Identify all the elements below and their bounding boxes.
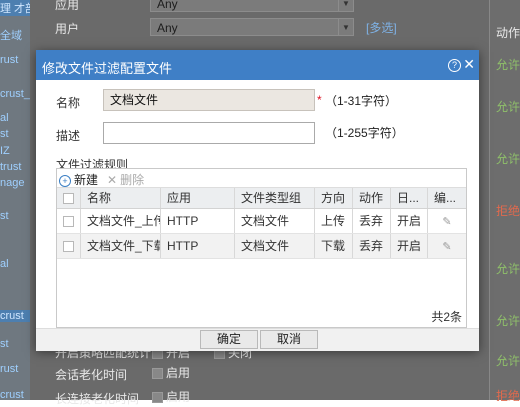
help-icon[interactable]: ? [448, 59, 461, 72]
left-nav: 理 才部 全域 rust crust_ al st IZ trust nage … [0, 0, 36, 401]
left-nav-item[interactable]: rust [0, 363, 18, 375]
rule-action: 丢弃 [353, 209, 391, 233]
table-row[interactable]: 文档文件_下载 HTTP 文档文件 下载 丢弃 开启 ✎ [57, 234, 466, 259]
left-nav-item[interactable]: st [0, 210, 9, 222]
row-checkbox[interactable] [57, 209, 81, 233]
name-label: 名称 [56, 96, 81, 110]
description-label: 描述 [56, 129, 81, 143]
left-nav-item[interactable]: st [0, 128, 9, 140]
user-label: 用户 [55, 22, 80, 36]
action-deny: 拒绝 [496, 389, 520, 403]
chevron-down-icon[interactable]: ▼ [338, 19, 353, 35]
delete-icon: ✕ [107, 173, 118, 187]
left-nav-item[interactable]: crust [0, 310, 30, 322]
app-label: 应用 [55, 0, 80, 12]
action-deny: 拒绝 [496, 204, 520, 218]
table-row[interactable]: 文档文件_上传 HTTP 文档文件 上传 丢弃 开启 ✎ [57, 209, 466, 234]
select-all-checkbox[interactable] [57, 188, 81, 208]
column-header-action[interactable]: 动作 [353, 188, 391, 208]
rule-direction: 下载 [315, 234, 353, 258]
chevron-down-icon[interactable]: ▼ [338, 0, 353, 11]
action-allow: 允许 [496, 262, 520, 276]
grid-header: 名称 应用 文件类型组 方向 动作 日... 编... [57, 188, 466, 209]
grid-toolbar: + 新建 ✕ 删除 [57, 169, 466, 188]
left-nav-item[interactable]: rust [0, 54, 18, 66]
left-nav-item[interactable]: 理 才部 [0, 0, 36, 16]
required-mark: * [317, 93, 322, 107]
left-nav-item[interactable]: st [0, 338, 9, 350]
action-column-header: 动作 [496, 26, 520, 40]
row-count: 共2条 [431, 310, 462, 324]
dialog-title: 修改文件过滤配置文件 [42, 61, 173, 76]
column-header-edit[interactable]: 编... [428, 188, 466, 208]
edit-icon[interactable]: ✎ [428, 209, 466, 233]
action-allow: 允许 [496, 58, 520, 72]
rule-app: HTTP [161, 234, 235, 258]
rule-log: 开启 [391, 234, 428, 258]
action-allow: 允许 [496, 152, 520, 166]
rules-grid: + 新建 ✕ 删除 名称 应用 文件类型组 方向 动作 日... 编... 文档文件… [56, 168, 467, 328]
column-header-filetype[interactable]: 文件类型组 [235, 188, 315, 208]
action-allow: 允许 [496, 314, 520, 328]
name-length-hint: （1-31字符） [325, 94, 398, 108]
close-icon[interactable]: ✕ [463, 56, 475, 73]
cancel-button[interactable]: 取消 [260, 330, 318, 349]
left-nav-item[interactable]: IZ [0, 145, 10, 157]
left-nav-item[interactable]: crust [0, 389, 24, 401]
app-select[interactable]: Any ▼ [150, 0, 354, 12]
column-header-log[interactable]: 日... [391, 188, 428, 208]
left-nav-item[interactable]: al [0, 258, 9, 270]
description-length-hint: （1-255字符） [325, 126, 404, 140]
left-nav-item[interactable]: trust [0, 161, 21, 173]
session-aging-label: 会话老化时间 [55, 368, 128, 382]
rule-name: 文档文件_下载 [81, 234, 161, 258]
user-select[interactable]: Any ▼ [150, 18, 354, 36]
multi-select-link[interactable]: [多选] [366, 19, 397, 36]
long-conn-aging-checkbox[interactable]: 启用 [152, 388, 190, 405]
rule-filetype: 文档文件 [235, 234, 315, 258]
action-allow: 允许 [496, 354, 520, 368]
left-nav-item[interactable]: al [0, 112, 9, 124]
ok-button[interactable]: 确定 [200, 330, 258, 349]
new-rule-button[interactable]: + 新建 [59, 171, 98, 188]
column-header-app[interactable]: 应用 [161, 188, 235, 208]
dialog-title-bar[interactable]: 修改文件过滤配置文件 ? ✕ [36, 50, 479, 80]
add-icon: + [59, 174, 71, 187]
row-checkbox[interactable] [57, 234, 81, 258]
dialog-button-bar: 确定 取消 [36, 328, 479, 351]
column-header-name[interactable]: 名称 [81, 188, 161, 208]
rule-app: HTTP [161, 209, 235, 233]
description-field[interactable] [103, 122, 315, 144]
long-conn-aging-label: 长连接老化时间 [55, 392, 140, 406]
rule-direction: 上传 [315, 209, 353, 233]
delete-rule-button[interactable]: ✕ 删除 [107, 171, 144, 188]
column-header-direction[interactable]: 方向 [315, 188, 353, 208]
left-nav-item[interactable]: crust_ [0, 88, 30, 100]
rule-action: 丢弃 [353, 234, 391, 258]
rule-name: 文档文件_上传 [81, 209, 161, 233]
rule-log: 开启 [391, 209, 428, 233]
left-nav-item[interactable]: 全域 [0, 27, 22, 43]
action-allow: 允许 [496, 100, 520, 114]
session-aging-checkbox[interactable]: 启用 [152, 364, 190, 381]
rule-filetype: 文档文件 [235, 209, 315, 233]
left-nav-item[interactable]: nage [0, 177, 24, 189]
edit-icon[interactable]: ✎ [428, 234, 466, 258]
name-field[interactable]: 文档文件 [103, 89, 315, 111]
action-column: 动作 允许 允许 允许 拒绝 允许 允许 允许 拒绝 [489, 0, 520, 403]
edit-file-filter-dialog: 修改文件过滤配置文件 ? ✕ 名称 文档文件 * （1-31字符） 描述 （1-… [36, 50, 479, 351]
